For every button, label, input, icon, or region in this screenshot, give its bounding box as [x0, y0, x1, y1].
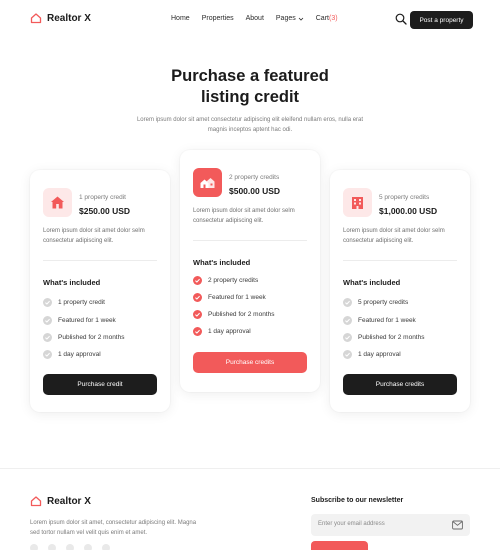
purchase-credit-button[interactable]: Purchase credit — [43, 374, 157, 395]
plan-description: Lorem ipsum dolor sit amet dolor selm co… — [43, 228, 145, 244]
feature-label: Published for 2 months — [58, 334, 125, 341]
feature-item: Featured for 1 week — [193, 293, 266, 302]
plan-description: Lorem ipsum dolor sit amet dolor selm co… — [343, 228, 445, 244]
plan-icon-wrap — [343, 188, 372, 217]
check-icon — [193, 327, 202, 336]
feature-label: 1 day approval — [358, 351, 401, 358]
cart-count: (3) — [328, 15, 338, 22]
included-title: What's included — [193, 258, 251, 267]
check-icon — [343, 350, 352, 359]
feature-item: 1 day approval — [43, 350, 101, 359]
subscribe-button[interactable] — [311, 541, 368, 550]
plan-description: Lorem ipsum dolor sit amet dolor selm co… — [193, 208, 295, 224]
divider — [43, 260, 157, 261]
houses-icon — [200, 178, 215, 188]
nav-cart[interactable]: Cart(3) — [316, 15, 338, 22]
plan-card-3: 5 property credits $1,000.00 USD Lorem i… — [330, 170, 470, 412]
feature-label: 2 property credits — [208, 277, 259, 284]
purchase-credits-button[interactable]: Purchase credits — [343, 374, 457, 395]
nav-pages[interactable]: Pages — [276, 15, 304, 22]
check-icon — [193, 276, 202, 285]
logo-text: Realtor X — [47, 12, 91, 24]
feature-label: 5 property credits — [358, 299, 409, 306]
plan-price: $500.00 USD — [229, 186, 281, 196]
feature-label: Featured for 1 week — [358, 317, 416, 324]
plan-meta: 5 property credits — [379, 194, 430, 201]
house-icon — [51, 196, 64, 209]
header: Realtor X Home Properties About Pages Ca… — [0, 0, 500, 38]
plan-card-2: 2 property credits $500.00 USD Lorem ips… — [180, 150, 320, 392]
nav-about[interactable]: About — [246, 15, 264, 22]
feature-item: Published for 2 months — [343, 333, 424, 342]
email-field[interactable]: Enter your email address — [311, 514, 470, 536]
logo-house-icon — [30, 13, 42, 24]
feature-label: 1 day approval — [208, 328, 251, 335]
included-title: What's included — [343, 278, 401, 287]
social-icon[interactable] — [84, 544, 92, 550]
page-title-line1: Purchase a featured — [171, 67, 329, 85]
check-icon — [43, 333, 52, 342]
feature-item: Featured for 1 week — [343, 316, 416, 325]
email-placeholder: Enter your email address — [318, 521, 385, 527]
check-icon — [343, 333, 352, 342]
logo[interactable]: Realtor X — [30, 12, 91, 24]
feature-item: 5 property credits — [343, 298, 408, 307]
social-icon[interactable] — [48, 544, 56, 550]
page-subtitle: Lorem ipsum dolor sit amet consectetur a… — [136, 117, 364, 133]
check-icon — [43, 316, 52, 325]
plan-price: $250.00 USD — [79, 206, 131, 216]
social-icon[interactable] — [66, 544, 74, 550]
nav-home[interactable]: Home — [171, 15, 190, 22]
logo-house-icon — [30, 496, 42, 507]
search-icon[interactable] — [395, 13, 407, 25]
included-title: What's included — [43, 278, 101, 287]
check-icon — [343, 316, 352, 325]
nav-pages-label: Pages — [275, 15, 296, 22]
purchase-credits-button[interactable]: Purchase credits — [193, 352, 307, 373]
plan-price: $1,000.00 USD — [379, 206, 438, 216]
check-icon — [43, 298, 52, 307]
mail-icon — [452, 520, 463, 530]
social-icon[interactable] — [30, 544, 38, 550]
divider — [193, 240, 307, 241]
page-title-line2: listing credit — [200, 88, 300, 106]
post-property-button[interactable]: Post a property — [410, 11, 473, 29]
feature-label: Published for 2 months — [358, 334, 425, 341]
main-nav: Home Properties About Pages Cart(3) — [171, 15, 338, 22]
plan-meta: 1 property credit — [79, 194, 126, 201]
feature-item: 1 day approval — [193, 327, 251, 336]
newsletter-title: Subscribe to our newsletter — [311, 497, 404, 504]
feature-label: 1 property credit — [58, 299, 105, 306]
feature-label: Published for 2 months — [208, 311, 275, 318]
feature-item: Published for 2 months — [43, 333, 124, 342]
feature-item: 1 day approval — [343, 350, 401, 359]
feature-label: 1 day approval — [58, 351, 101, 358]
check-icon — [193, 310, 202, 319]
footer-divider — [0, 468, 500, 469]
check-icon — [193, 293, 202, 302]
plan-icon-wrap — [43, 188, 72, 217]
cart-label: Cart — [315, 15, 329, 22]
footer-logo[interactable]: Realtor X — [30, 495, 91, 507]
check-icon — [43, 350, 52, 359]
feature-item: 2 property credits — [193, 276, 258, 285]
feature-item: Featured for 1 week — [43, 316, 116, 325]
feature-item: Published for 2 months — [193, 310, 274, 319]
divider — [343, 260, 457, 261]
footer-logo-text: Realtor X — [47, 495, 91, 507]
check-icon — [343, 298, 352, 307]
footer-description: Lorem ipsum dolor sit amet, consectetur … — [30, 520, 197, 536]
social-icon[interactable] — [102, 544, 110, 550]
feature-label: Featured for 1 week — [208, 294, 266, 301]
plan-meta: 2 property credits — [229, 174, 280, 181]
nav-properties[interactable]: Properties — [202, 15, 234, 22]
feature-label: Featured for 1 week — [58, 317, 116, 324]
building-icon — [352, 197, 363, 209]
social-links — [30, 544, 110, 550]
plan-card-1: 1 property credit $250.00 USD Lorem ipsu… — [30, 170, 170, 412]
page-title: Purchase a featured listing credit — [0, 66, 500, 108]
feature-item: 1 property credit — [43, 298, 105, 307]
chevron-down-icon — [298, 17, 304, 21]
plan-icon-wrap — [193, 168, 222, 197]
